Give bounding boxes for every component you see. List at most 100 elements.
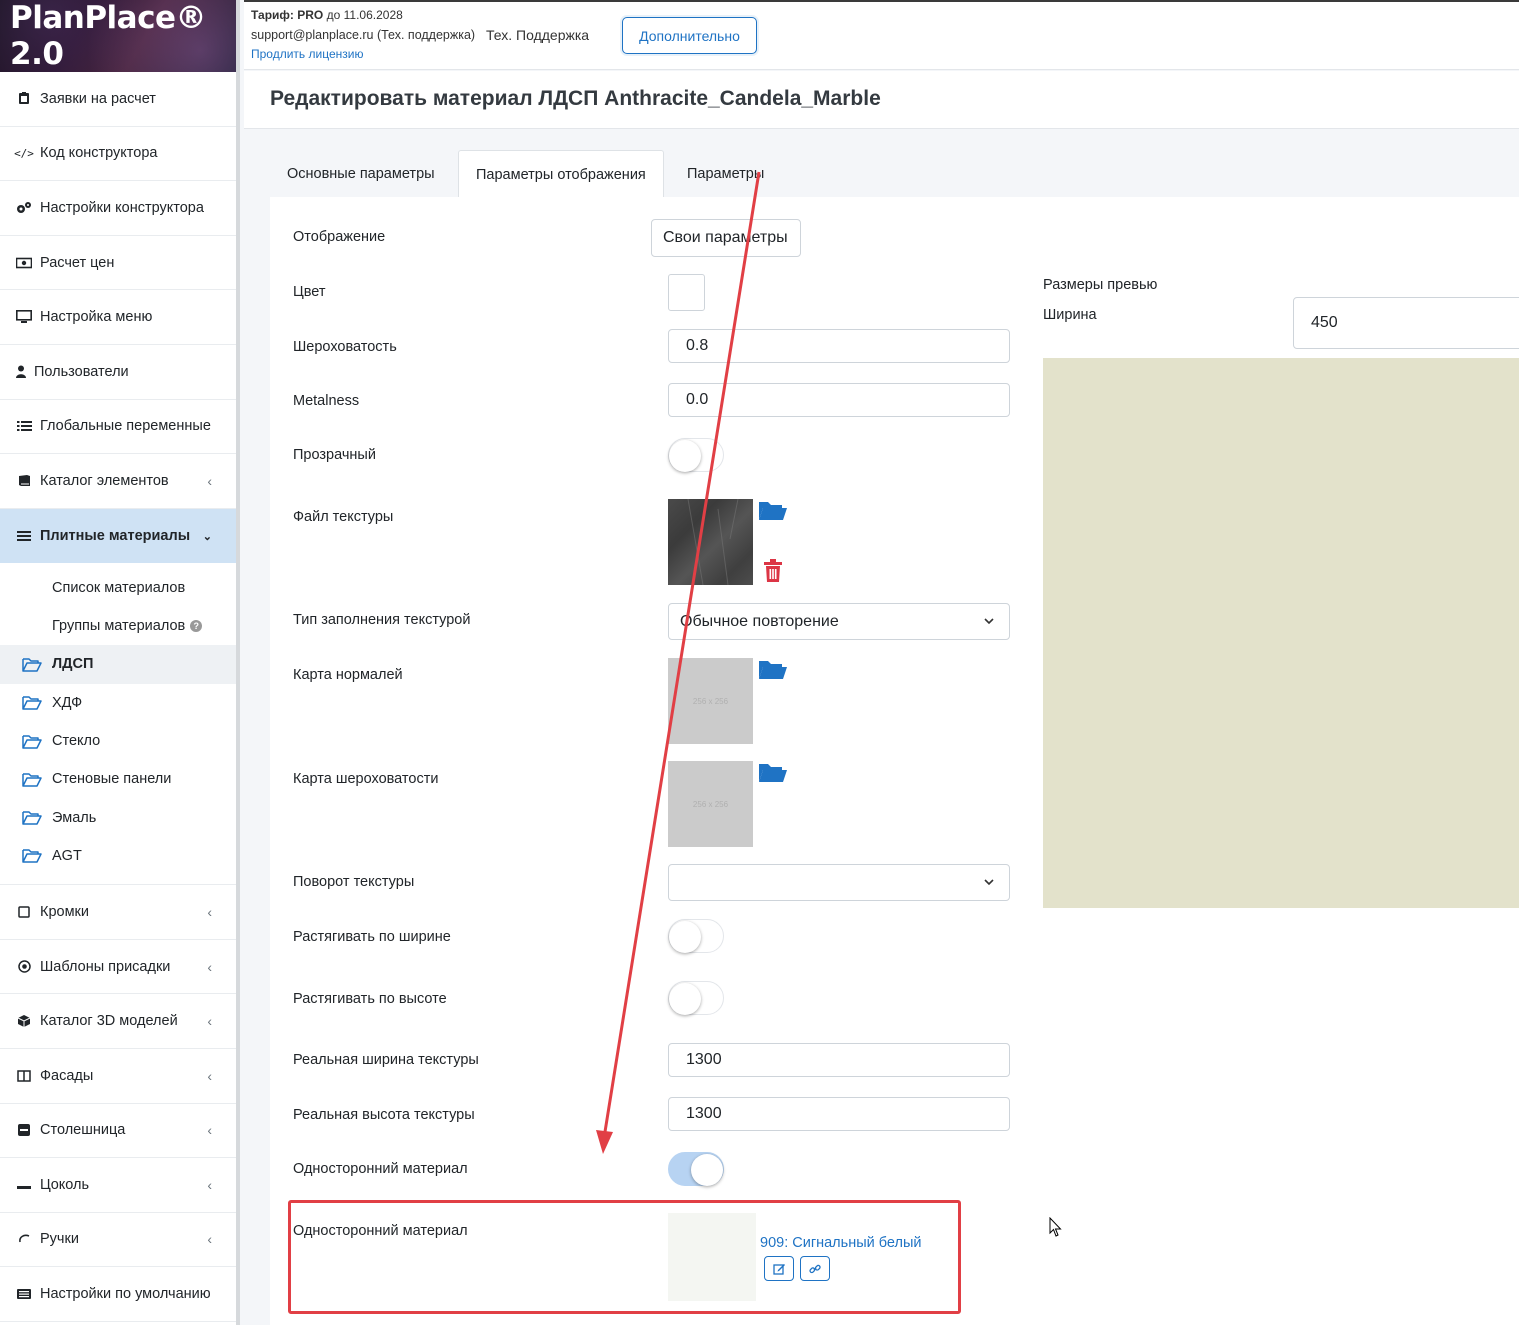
sidebar-item-label: Каталог элементов: [40, 472, 169, 489]
tech-support-link[interactable]: Тех. Поддержка: [486, 27, 589, 43]
page-header: Редактировать материал ЛДСП Anthracite_C…: [244, 71, 1519, 129]
settings-list-icon: [16, 1288, 32, 1300]
tariff-info: Тариф: PRO до 11.06.2028: [251, 8, 403, 22]
toggle-knob: [669, 983, 701, 1015]
top-bar: Тариф: PRO до 11.06.2028 support@planpla…: [244, 0, 1519, 70]
stretch-width-label: Растягивать по ширине: [293, 929, 451, 945]
material-preview: [1043, 358, 1519, 908]
sidebar-item-menu-settings[interactable]: Настройка меню: [0, 290, 236, 345]
folder-label: Стекло: [52, 733, 101, 750]
sidebar-item-catalog[interactable]: Каталог элементов ‹: [0, 454, 236, 509]
preview-size-title: Размеры превью: [1043, 277, 1158, 293]
sidebar-subitem-material-groups[interactable]: Группы материалов ?: [0, 607, 236, 645]
sidebar-item-countertop[interactable]: Столешница ‹: [0, 1104, 236, 1159]
sidebar-item-global-vars[interactable]: Глобальные переменные: [0, 400, 236, 455]
sidebar-item-label: Пользователи: [34, 363, 129, 380]
display-select-value: Свои параметры: [663, 229, 788, 246]
more-button[interactable]: Дополнительно: [622, 17, 757, 54]
target-icon: [16, 960, 32, 973]
metalness-input[interactable]: 0.0: [668, 383, 1010, 417]
sidebar-item-label: Настройки конструктора: [40, 199, 204, 216]
app-logo[interactable]: PlanPlace® 2.0: [0, 0, 236, 72]
sidebar-item-label: Настройки по умолчанию: [40, 1286, 211, 1303]
tab-display-params[interactable]: Параметры отображения: [458, 150, 664, 198]
support-email: support@planplace.ru (Тех. поддержка): [251, 28, 476, 42]
sidebar-item-panel-materials[interactable]: Плитные материалы ⌄: [0, 508, 236, 564]
columns-icon: [16, 1069, 32, 1082]
toggle-knob: [669, 440, 701, 472]
cube-icon: [16, 1014, 32, 1028]
chevron-left-icon: ‹: [207, 1231, 212, 1248]
sidebar-item-label: Заявки на расчет: [40, 90, 156, 107]
renew-license-link[interactable]: Продлить лицензию: [251, 47, 363, 61]
transparent-toggle[interactable]: [668, 438, 724, 472]
folder-glass[interactable]: Стекло: [0, 722, 236, 760]
tariff-plan: PRO: [297, 8, 324, 22]
book-icon: [16, 474, 32, 487]
stretch-width-toggle[interactable]: [668, 919, 724, 953]
folder-wall-panels[interactable]: Стеновые панели: [0, 760, 236, 798]
form-card: Отображение Свои параметры Цвет Шерохова…: [270, 197, 1519, 1325]
rotation-select[interactable]: [668, 864, 1010, 901]
sidebar-item-users[interactable]: Пользователи: [0, 345, 236, 400]
folder-ldsp[interactable]: ЛДСП: [0, 645, 236, 684]
line-icon: [16, 1179, 32, 1191]
sidebar-item-code[interactable]: </> Код конструктора: [0, 127, 236, 182]
texture-file-label: Файл текстуры: [293, 509, 394, 525]
sidebar-subitem-label: Список материалов: [52, 580, 186, 597]
tariff-until: до 11.06.2028: [326, 8, 403, 22]
chevron-left-icon: ‹: [207, 958, 212, 975]
roughness-label: Шероховатость: [293, 339, 397, 355]
color-label: Цвет: [293, 284, 326, 300]
preview-width-input[interactable]: 450: [1293, 297, 1519, 349]
placeholder-text: 256 x 256: [692, 799, 729, 809]
folder-open-icon: [22, 696, 42, 711]
folder-label: AGT: [52, 847, 82, 864]
help-icon[interactable]: ?: [190, 620, 203, 633]
fill-type-value: Обычное повторение: [680, 612, 839, 630]
sidebar-subitem-material-list[interactable]: Список материалов: [0, 569, 236, 607]
chevron-left-icon: ‹: [207, 903, 212, 920]
tab-bar: Основные параметры Параметры отображения…: [270, 150, 1519, 198]
sidebar-item-requests[interactable]: Заявки на расчет: [0, 72, 236, 127]
roughness-input[interactable]: 0.8: [668, 329, 1010, 363]
real-width-input[interactable]: 1300: [668, 1043, 1010, 1077]
folder-label: ХДФ: [52, 694, 83, 711]
fill-type-select[interactable]: Обычное повторение: [668, 603, 1010, 640]
tab-params[interactable]: Параметры: [670, 150, 781, 198]
chevron-left-icon: ‹: [207, 472, 212, 489]
one-sided-toggle[interactable]: [668, 1152, 724, 1186]
folder-agt[interactable]: AGT: [0, 837, 236, 875]
sidebar-item-label: Расчет цен: [40, 254, 115, 271]
chevron-left-icon: ‹: [207, 1067, 212, 1084]
sidebar-item-defaults[interactable]: Настройки по умолчанию: [0, 1267, 236, 1322]
sidebar-item-edges[interactable]: Кромки ‹: [0, 885, 236, 940]
toggle-knob: [669, 921, 701, 953]
sidebar-item-facades[interactable]: Фасады ‹: [0, 1049, 236, 1104]
folder-open-icon[interactable]: [758, 499, 789, 523]
trash-icon[interactable]: [763, 559, 783, 583]
sidebar-item-constructor-settings[interactable]: Настройки конструктора: [0, 181, 236, 236]
folder-enamel[interactable]: Эмаль: [0, 799, 236, 837]
sidebar-item-plinth[interactable]: Цоколь ‹: [0, 1158, 236, 1213]
tab-basic-params[interactable]: Основные параметры: [270, 150, 452, 198]
sidebar-item-label: Настройка меню: [40, 309, 153, 326]
toggle-knob: [691, 1154, 723, 1186]
sidebar-subitem-label: Группы материалов: [52, 618, 186, 635]
minus-square-icon: [16, 1124, 32, 1137]
sidebar-item-prices[interactable]: Расчет цен: [0, 236, 236, 291]
folder-hdf[interactable]: ХДФ: [0, 684, 236, 722]
transparent-label: Прозрачный: [293, 447, 376, 463]
sidebar-item-handles[interactable]: Ручки ‹: [0, 1213, 236, 1268]
mouse-cursor-icon: [1049, 1217, 1062, 1237]
list-icon: [16, 420, 32, 432]
folder-open-icon[interactable]: [758, 761, 789, 785]
display-select[interactable]: Свои параметры: [651, 219, 801, 257]
stretch-height-toggle[interactable]: [668, 981, 724, 1015]
sidebar-item-drilling-templates[interactable]: Шаблоны присадки ‹: [0, 940, 236, 995]
sidebar-item-3d-catalog[interactable]: Каталог 3D моделей ‹: [0, 994, 236, 1049]
real-height-input[interactable]: 1300: [668, 1097, 1010, 1131]
sidebar-item-label: Плитные материалы: [40, 528, 191, 545]
folder-open-icon[interactable]: [758, 658, 789, 682]
color-picker[interactable]: [668, 274, 705, 311]
